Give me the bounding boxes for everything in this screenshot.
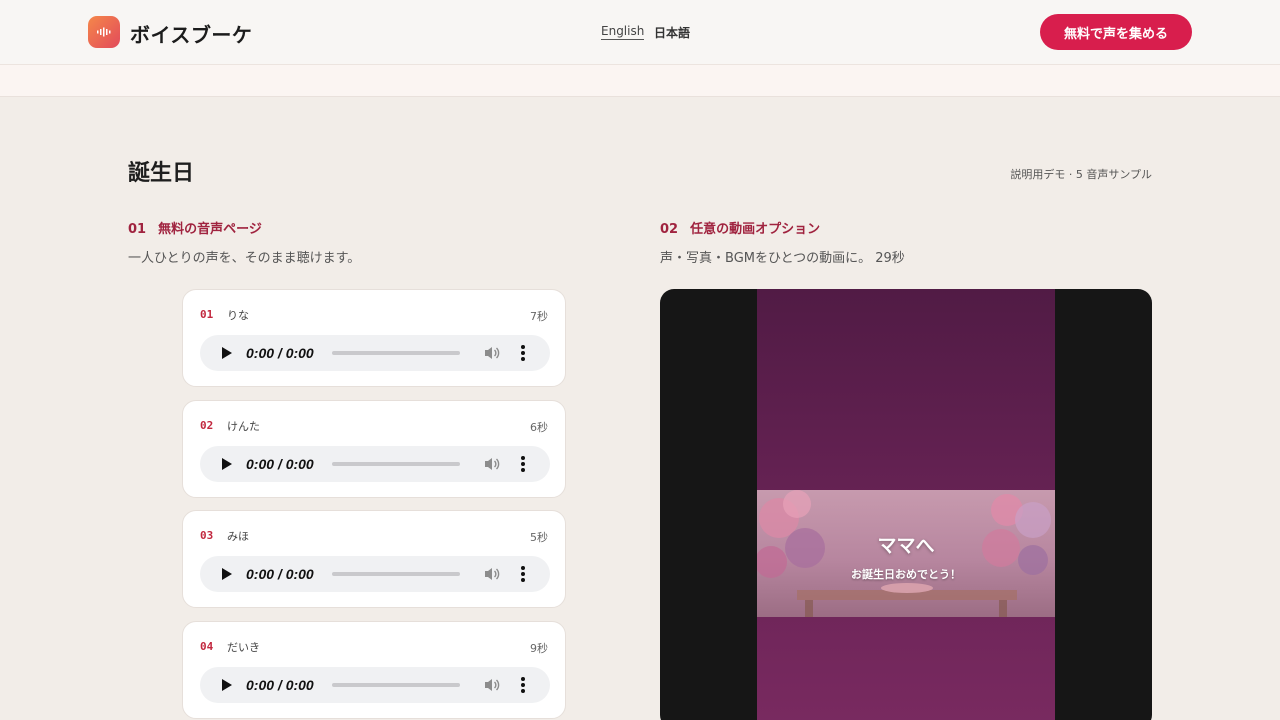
audio-time: 0:00 / 0:00: [246, 345, 314, 361]
play-icon[interactable]: [222, 347, 232, 359]
audio-player[interactable]: 0:00 / 0:00: [200, 556, 550, 592]
track-name: りな: [227, 309, 249, 322]
track-name: みほ: [227, 530, 249, 543]
lang-english-link[interactable]: English: [601, 24, 645, 40]
voice-card: 03 みほ 5秒 0:00 / 0:00: [182, 510, 566, 608]
sound-wave-icon[interactable]: [88, 16, 120, 48]
section-heading-audio-page: 01 無料の音声ページ: [128, 218, 262, 237]
audio-player[interactable]: 0:00 / 0:00: [200, 335, 550, 371]
collect-voices-button[interactable]: 無料で声を集める: [1040, 14, 1192, 50]
voice-card: 02 けんた 6秒 0:00 / 0:00: [182, 400, 566, 498]
track-name: だいき: [227, 641, 260, 654]
more-options-icon[interactable]: [520, 677, 526, 693]
video-title: ママへ: [877, 535, 935, 557]
audio-progress-track[interactable]: [332, 462, 460, 466]
track-index: 04: [200, 640, 214, 653]
section-description: 声・写真・BGMをひとつの動画に。 29秒: [660, 251, 905, 266]
more-options-icon[interactable]: [520, 456, 526, 472]
more-options-icon[interactable]: [520, 566, 526, 582]
track-index: 03: [200, 529, 214, 542]
track-duration: 7秒: [530, 310, 548, 323]
track-index: 01: [200, 308, 214, 321]
brand-name[interactable]: ボイスブーケ: [130, 19, 252, 48]
audio-player[interactable]: 0:00 / 0:00: [200, 667, 550, 703]
track-duration: 5秒: [530, 531, 548, 544]
volume-icon[interactable]: [483, 677, 501, 693]
audio-player[interactable]: 0:00 / 0:00: [200, 446, 550, 482]
section-title: 任意の動画オプション: [690, 222, 821, 237]
lang-japanese-link[interactable]: 日本語: [654, 24, 690, 41]
audio-time: 0:00 / 0:00: [246, 456, 314, 472]
page-title: 誕生日: [128, 161, 195, 186]
track-index: 02: [200, 419, 214, 432]
top-header: ボイスブーケ English 日本語 無料で声を集める: [0, 0, 1280, 65]
voice-card: 01 りな 7秒 0:00 / 0:00: [182, 289, 566, 387]
volume-icon[interactable]: [483, 566, 501, 582]
section-title: 無料の音声ページ: [158, 222, 262, 237]
play-icon[interactable]: [222, 568, 232, 580]
volume-icon[interactable]: [483, 456, 501, 472]
video-preview[interactable]: ママへ お誕生日おめでとう！: [660, 289, 1152, 720]
birthday-photo: ママへ お誕生日おめでとう！: [757, 490, 1055, 617]
sub-header-bar: [0, 65, 1280, 97]
section-description: 一人ひとりの声を、そのまま聴けます。: [128, 251, 361, 266]
audio-progress-track[interactable]: [332, 351, 460, 355]
video-subtitle: お誕生日おめでとう！: [851, 568, 961, 581]
page-meta: 説明用デモ · 5 音声サンプル: [1010, 168, 1152, 181]
track-duration: 6秒: [530, 421, 548, 434]
volume-icon[interactable]: [483, 345, 501, 361]
section-heading-video-option: 02 任意の動画オプション: [660, 218, 820, 237]
track-duration: 9秒: [530, 642, 548, 655]
play-icon[interactable]: [222, 679, 232, 691]
track-name: けんた: [227, 420, 260, 433]
audio-time: 0:00 / 0:00: [246, 566, 314, 582]
play-icon[interactable]: [222, 458, 232, 470]
section-number: 02: [660, 222, 679, 237]
audio-time: 0:00 / 0:00: [246, 677, 314, 693]
voice-card: 04 だいき 9秒 0:00 / 0:00: [182, 621, 566, 719]
more-options-icon[interactable]: [520, 345, 526, 361]
audio-progress-track[interactable]: [332, 572, 460, 576]
section-number: 01: [128, 222, 147, 237]
audio-progress-track[interactable]: [332, 683, 460, 687]
